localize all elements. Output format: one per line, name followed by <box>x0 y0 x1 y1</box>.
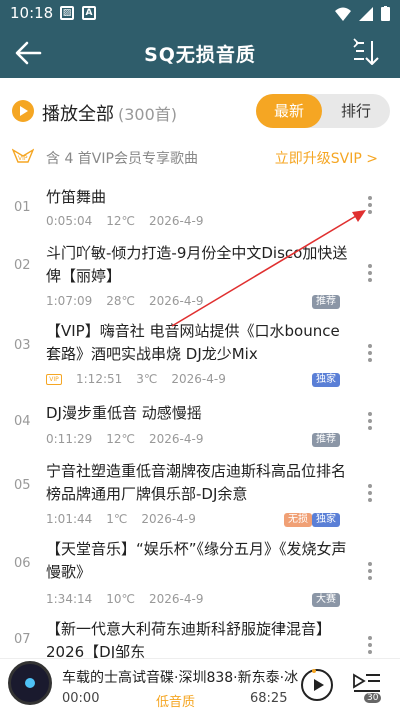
upgrade-svip-link[interactable]: 立即升级SVIP > <box>275 148 378 168</box>
song-duration: 0:11:29 <box>46 432 93 446</box>
song-date: 2026-4-9 <box>171 372 226 386</box>
album-cover[interactable] <box>8 661 52 705</box>
song-meta: 0:05:04 12℃ 2026-4-9 <box>46 214 217 228</box>
vip-info-text: 含 4 首VIP会员专享歌曲 <box>46 151 198 167</box>
list-item[interactable]: 06 【天堂音乐】“娱乐杯”《缘分五月》《发烧女声慢歌》 1:34:14 10℃ 2… <box>0 538 400 614</box>
song-temperature: 3℃ <box>136 372 158 386</box>
song-title[interactable]: 【VIP】嗨音社 电音网站提供《口水bounce套路》酒吧实战串烧 DJ龙少Mi… <box>46 320 351 366</box>
song-temperature: 28℃ <box>106 294 136 308</box>
song-title[interactable]: 【天堂音乐】“娱乐杯”《缘分五月》《发烧女声慢歌》 <box>46 538 351 584</box>
wifi-icon <box>335 7 351 21</box>
song-title[interactable]: 斗门吖敏-倾力打造-9月份全中文Disco加快送俾【丽婷】 <box>46 242 351 288</box>
song-meta: VIP 1:12:51 3℃ 2026-4-9 <box>46 372 240 386</box>
song-temperature: 12℃ <box>106 214 136 228</box>
current-time: 00:00 <box>62 691 100 706</box>
image-notification-icon: ▨ <box>60 6 74 20</box>
song-date: 2026-4-9 <box>149 294 204 308</box>
vip-badge-icon: VIP <box>46 374 62 385</box>
status-badge: 推荐 <box>312 433 340 447</box>
song-index: 01 <box>14 200 31 215</box>
song-temperature: 1℃ <box>106 512 128 526</box>
list-item[interactable]: 02 斗门吖敏-倾力打造-9月份全中文Disco加快送俾【丽婷】 1:07:09… <box>0 240 400 316</box>
song-title[interactable]: DJ漫步重低音 动感慢摇 <box>46 402 351 425</box>
progress-indicator <box>312 669 316 673</box>
more-vertical-icon[interactable] <box>364 194 376 218</box>
total-time: 68:25 <box>250 691 288 706</box>
more-vertical-icon[interactable] <box>364 560 376 584</box>
song-index: 06 <box>14 556 31 571</box>
status-badge: 大赛 <box>312 593 340 607</box>
list-item[interactable]: 05 宁音社塑造重低音潮牌夜店迪斯科高品位排名榜品牌通用厂牌俱乐部-DJ余意 1… <box>0 458 400 534</box>
list-item[interactable]: 04 DJ漫步重低音 动感慢摇 0:11:29 12℃ 2026-4-9 推荐 <box>0 396 400 452</box>
song-index: 02 <box>14 258 31 273</box>
status-badge: 独家 <box>312 513 340 527</box>
battery-icon <box>381 6 390 21</box>
song-title[interactable]: 竹笛舞曲 <box>46 186 351 209</box>
vip-banner: VIP 含 4 首VIP会员专享歌曲 立即升级SVIP > <box>0 140 400 174</box>
status-badge: 独家 <box>312 373 340 387</box>
sort-download-icon[interactable] <box>352 38 382 68</box>
list-item[interactable]: 07 【新一代意大利荷东迪斯科舒服旋律混音】 2026【DJ邹东 <box>0 616 400 658</box>
song-meta: 1:01:44 1℃ 2026-4-9 <box>46 512 210 526</box>
song-index: 07 <box>14 632 31 647</box>
tab-latest[interactable]: 最新 <box>256 94 322 128</box>
more-vertical-icon[interactable] <box>364 262 376 286</box>
font-notification-icon: A <box>82 6 96 20</box>
song-meta: 1:34:14 10℃ 2026-4-9 <box>46 592 217 606</box>
page-title: SQ无损音质 <box>144 44 256 66</box>
status-notification-icons: ▨ A <box>60 6 96 20</box>
song-duration: 1:12:51 <box>76 372 123 386</box>
more-vertical-icon[interactable] <box>364 342 376 366</box>
queue-count-badge: 30 <box>364 693 382 703</box>
song-date: 2026-4-9 <box>149 432 204 446</box>
play-circle-icon[interactable] <box>12 100 34 122</box>
status-badge: 无损 <box>284 513 312 527</box>
song-duration: 1:34:14 <box>46 592 93 606</box>
list-item[interactable]: 03 【VIP】嗨音社 电音网站提供《口水bounce套路》酒吧实战串烧 DJ龙… <box>0 318 400 394</box>
song-index: 05 <box>14 478 31 493</box>
status-badge: 推荐 <box>312 295 340 309</box>
song-date: 2026-4-9 <box>141 512 196 526</box>
more-vertical-icon[interactable] <box>364 634 376 658</box>
song-temperature: 12℃ <box>106 432 136 446</box>
signal-icon <box>359 6 373 21</box>
song-temperature: 10℃ <box>106 592 136 606</box>
song-count: (300首) <box>118 105 178 124</box>
status-time: 10:18 <box>10 4 54 22</box>
play-icon[interactable] <box>301 669 333 701</box>
sort-toggle: 最新 排行 <box>256 94 390 128</box>
song-index: 04 <box>14 414 31 429</box>
vip-icon: VIP <box>12 148 34 163</box>
status-system-icons <box>335 6 390 21</box>
song-duration: 1:01:44 <box>46 512 93 526</box>
svg-text:VIP: VIP <box>18 155 28 162</box>
tab-ranking[interactable]: 排行 <box>322 94 390 128</box>
mini-player[interactable]: 车载的士高试音碟·深圳838·新东泰·冰 00:00 低音质 68:25 30 <box>0 658 400 711</box>
song-duration: 1:07:09 <box>46 294 93 308</box>
more-vertical-icon[interactable] <box>364 410 376 434</box>
audio-quality[interactable]: 低音质 <box>156 691 195 710</box>
status-bar: 10:18 ▨ A <box>0 0 400 28</box>
play-all-label[interactable]: 播放全部 <box>42 100 114 126</box>
song-date: 2026-4-9 <box>149 214 204 228</box>
song-date: 2026-4-9 <box>149 592 204 606</box>
song-meta: 1:07:09 28℃ 2026-4-9 <box>46 294 217 308</box>
more-vertical-icon[interactable] <box>364 482 376 506</box>
song-title[interactable]: 宁音社塑造重低音潮牌夜店迪斯科高品位排名榜品牌通用厂牌俱乐部-DJ余意 <box>46 460 351 506</box>
song-meta: 0:11:29 12℃ 2026-4-9 <box>46 432 217 446</box>
app-bar: SQ无损音质 <box>0 28 400 78</box>
now-playing-title[interactable]: 车载的士高试音碟·深圳838·新东泰·冰 <box>62 667 302 687</box>
song-title[interactable]: 【新一代意大利荷东迪斯科舒服旋律混音】 2026【DJ邹东 <box>46 618 351 658</box>
list-item[interactable]: 01 竹笛舞曲 0:05:04 12℃ 2026-4-9 <box>0 184 400 240</box>
song-index: 03 <box>14 338 31 353</box>
song-duration: 0:05:04 <box>46 214 93 228</box>
